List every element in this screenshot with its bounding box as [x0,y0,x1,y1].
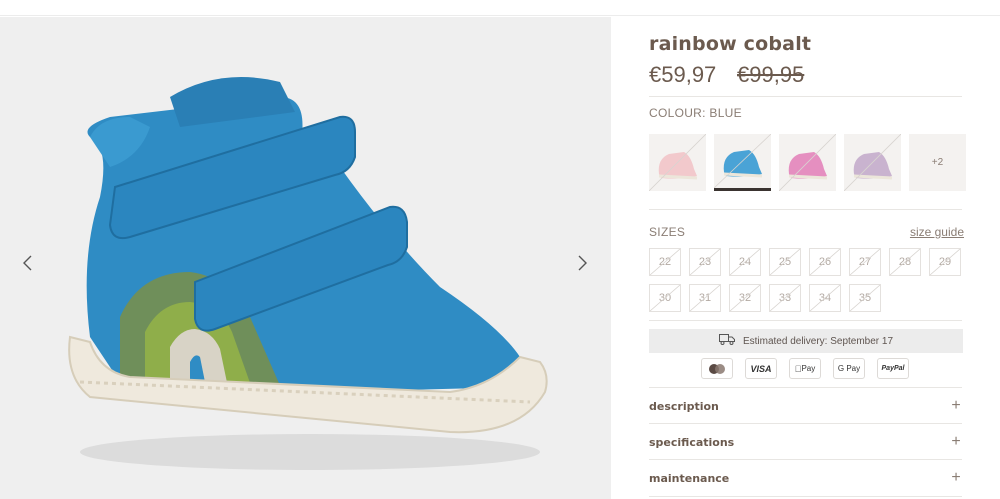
accordion-label: specifications [649,435,735,449]
divider [649,496,962,497]
apple-pay-label: Pay [798,364,815,373]
more-colours-button[interactable]: +2 [909,134,966,191]
swatch-pink[interactable] [649,134,706,191]
paypal-icon: PayPal [877,358,909,379]
accordion-label: maintenance [649,471,730,485]
divider [649,320,962,321]
size-option[interactable]: 26 [809,248,841,276]
accordion-specifications[interactable]: specifications + [649,424,963,460]
size-option[interactable]: 25 [769,248,801,276]
colour-label: COLOUR: BLUE [649,106,742,120]
google-pay-icon: G Pay [833,358,865,379]
size-option[interactable]: 32 [729,284,761,312]
size-option[interactable]: 33 [769,284,801,312]
mastercard-icon [701,358,733,379]
product-details-panel: rainbow cobalt €59,97 €99,95 COLOUR: BLU… [649,0,966,499]
plus-icon: + [951,397,961,414]
size-option[interactable]: 24 [729,248,761,276]
size-option[interactable]: 22 [649,248,681,276]
swatch-blue[interactable] [714,134,771,191]
swatch-magenta[interactable] [779,134,836,191]
plus-icon: + [951,433,961,450]
size-option[interactable]: 34 [809,284,841,312]
size-option[interactable]: 28 [889,248,921,276]
size-option[interactable]: 35 [849,284,881,312]
plus-icon: + [951,469,961,486]
colour-swatches: +2 [649,134,966,191]
delivery-banner: Estimated delivery: September 17 [649,329,963,353]
divider [649,96,962,97]
payment-methods: VISA Pay G Pay PayPal [701,358,909,379]
product-image-gallery [0,17,611,499]
size-grid: 22 23 24 25 26 27 28 29 30 31 32 33 34 3… [649,248,969,312]
sale-price: €59,97 [649,62,717,87]
prev-image-arrow-icon[interactable] [18,253,38,273]
original-price: €99,95 [737,62,805,87]
size-guide-link[interactable]: size guide [910,225,964,239]
size-option[interactable]: 29 [929,248,961,276]
size-option[interactable]: 31 [689,284,721,312]
delivery-text: Estimated delivery: September 17 [742,335,894,347]
product-title: rainbow cobalt [649,33,812,55]
size-option[interactable]: 27 [849,248,881,276]
next-image-arrow-icon[interactable] [572,253,592,273]
visa-icon: VISA [745,358,777,379]
accordion-maintenance[interactable]: maintenance + [649,460,963,496]
size-option[interactable]: 30 [649,284,681,312]
swatch-lavender[interactable] [844,134,901,191]
sizes-label: SIZES [649,225,686,239]
size-option[interactable]: 23 [689,248,721,276]
visa-label: VISA [750,363,772,374]
divider [649,209,962,210]
apple-pay-icon: Pay [789,358,821,379]
truck-icon [718,334,735,348]
accordion-description[interactable]: description + [649,388,963,424]
paypal-label: PayPal [881,365,905,372]
product-image [50,57,560,482]
google-pay-label: G Pay [837,364,861,373]
accordion-label: description [649,399,719,413]
